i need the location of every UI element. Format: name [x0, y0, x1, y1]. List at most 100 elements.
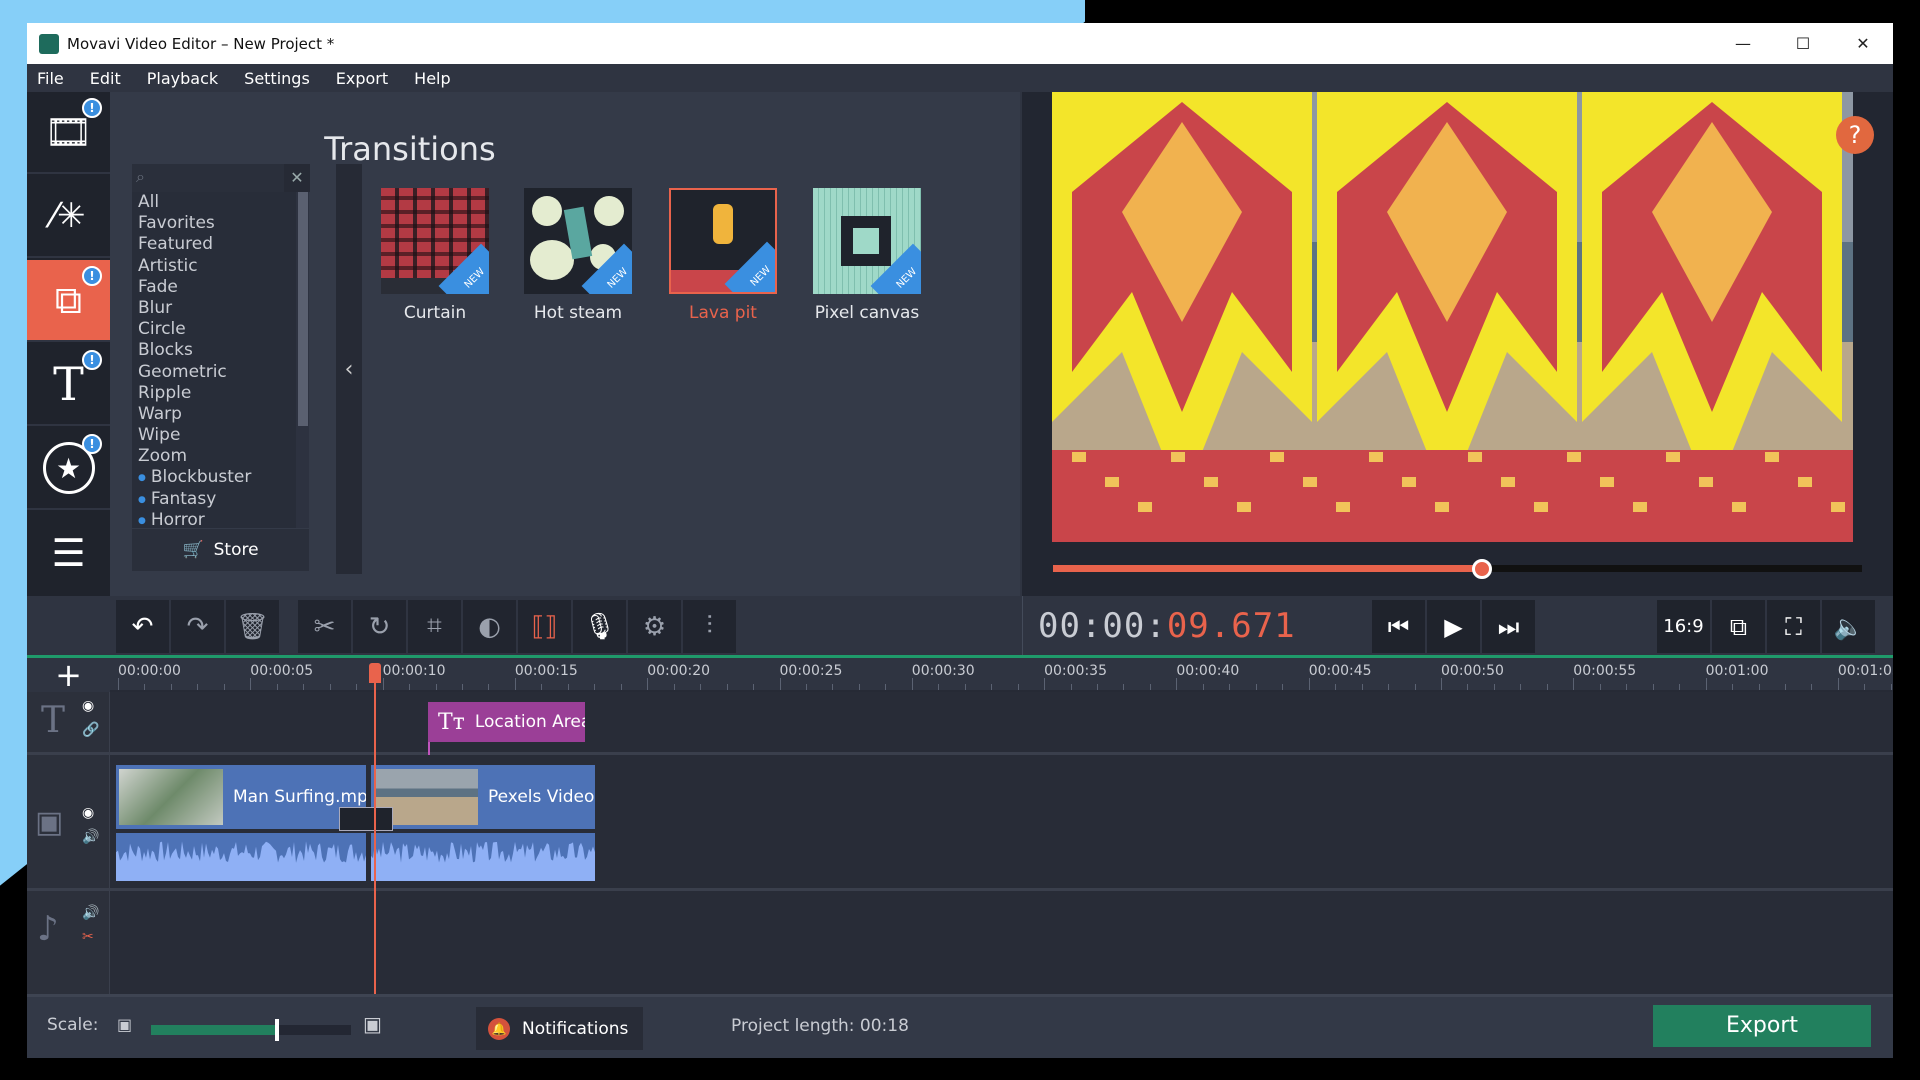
progress-knob[interactable] — [1471, 559, 1492, 579]
menu-help[interactable]: Help — [414, 69, 450, 88]
previous-button[interactable]: ⏮ — [1372, 600, 1425, 653]
collapse-panel-button[interactable]: ‹ — [336, 164, 362, 574]
maximize-button[interactable]: ☐ — [1773, 23, 1833, 64]
category-item[interactable]: All — [132, 192, 309, 213]
category-item[interactable]: Fade — [132, 277, 309, 298]
search-icon: ⌕ — [136, 167, 145, 186]
scale-knob[interactable] — [275, 1019, 279, 1041]
ruler-tick — [1626, 684, 1628, 690]
fullscreen-button[interactable]: ⛶ — [1767, 600, 1820, 653]
sidebar-stickers[interactable]: ★! — [27, 428, 110, 510]
ruler-tick — [1732, 684, 1734, 690]
transition-curtain[interactable]: NEW — [381, 188, 489, 294]
category-item[interactable]: Blocks — [132, 340, 309, 361]
progress-fill — [1053, 565, 1482, 572]
ruler-tick — [1758, 684, 1760, 690]
scale-slider[interactable] — [151, 1019, 351, 1041]
close-button[interactable]: ✕ — [1833, 23, 1893, 64]
title-clip[interactable]: Tт Location Area — [428, 702, 585, 742]
playhead[interactable] — [373, 665, 376, 994]
category-item[interactable]: Featured — [132, 234, 309, 255]
add-track-button[interactable]: + — [27, 658, 110, 692]
menu-export[interactable]: Export — [336, 69, 388, 88]
waveform-path — [116, 841, 366, 881]
category-item[interactable]: Circle — [132, 319, 309, 340]
category-item[interactable]: Artistic — [132, 256, 309, 277]
ruler-tick — [461, 684, 463, 690]
rotate-button[interactable]: ↻ — [353, 600, 406, 653]
speaker-icon[interactable]: 🔊 — [82, 905, 99, 921]
ember-pixel — [1732, 502, 1746, 512]
notification-badge: ! — [82, 98, 102, 118]
next-button[interactable]: ⏭ — [1482, 600, 1535, 653]
title-clip-label: Location Area — [474, 712, 585, 732]
transition-hot-steam[interactable]: NEW — [524, 188, 632, 294]
category-item[interactable]: Favorites — [132, 213, 309, 234]
video-preview[interactable] — [1052, 92, 1853, 542]
category-scrollbar[interactable] — [298, 192, 308, 426]
category-item[interactable]: Fantasy — [132, 489, 309, 510]
link-icon[interactable]: 🔗 — [82, 722, 99, 738]
preview-progress-slider[interactable] — [1053, 559, 1862, 579]
store-button[interactable]: 🛒 Store — [132, 529, 309, 571]
zoom-out-icon[interactable]: ▣ — [117, 1015, 132, 1034]
aspect-ratio-button[interactable]: 16:9 — [1657, 600, 1710, 653]
sidebar-import[interactable]: 🎞! — [27, 92, 110, 174]
clip-settings-button[interactable]: ⚙ — [628, 600, 681, 653]
eye-icon[interactable]: ◉ — [82, 805, 94, 821]
speaker-icon[interactable]: 🔊 — [82, 829, 99, 845]
undo-button[interactable]: ↶ — [116, 600, 169, 653]
category-item[interactable]: Geometric — [132, 362, 309, 383]
export-button[interactable]: Export — [1653, 1005, 1871, 1047]
cut-button[interactable]: ✂ — [298, 600, 351, 653]
unlink-icon[interactable]: ✂ — [82, 929, 94, 945]
menu-file[interactable]: File — [37, 69, 64, 88]
transition-wizard-button[interactable]: ⟦⟧ — [518, 600, 571, 653]
category-item[interactable]: Blockbuster — [132, 467, 309, 488]
notifications-button[interactable]: 🔔 Notifications — [476, 1007, 643, 1050]
transition-label: Hot steam — [533, 303, 623, 323]
search-input[interactable]: ⌕ ✕ — [132, 164, 310, 192]
sidebar-filters[interactable]: ⁄✳ — [27, 176, 110, 258]
video-clip[interactable]: Pexels Video — [371, 765, 595, 829]
menu-settings[interactable]: Settings — [244, 69, 310, 88]
detach-preview-button[interactable]: ⧉ — [1712, 600, 1765, 653]
category-item[interactable]: Wipe — [132, 425, 309, 446]
clear-search-button[interactable]: ✕ — [284, 164, 310, 192]
play-button[interactable]: ▶ — [1427, 600, 1480, 653]
equalizer-button[interactable]: ⫶ — [683, 600, 736, 653]
video-clip[interactable]: Man Surfing.mp4 — [116, 765, 366, 829]
category-item[interactable]: Horror — [132, 510, 309, 528]
sidebar-more[interactable]: ☰ — [27, 512, 110, 594]
menu-playback[interactable]: Playback — [147, 69, 218, 88]
category-item[interactable]: Blur — [132, 298, 309, 319]
timecode: 00:00:09.671 — [1038, 606, 1296, 646]
delete-button[interactable]: 🗑 — [226, 600, 279, 653]
audio-waveform[interactable] — [116, 833, 366, 881]
help-button[interactable]: ? — [1836, 116, 1874, 154]
category-item[interactable]: Warp — [132, 404, 309, 425]
contrast-icon: ◐ — [478, 611, 501, 642]
redo-button[interactable]: ↷ — [171, 600, 224, 653]
category-item[interactable]: Zoom — [132, 446, 309, 467]
sidebar-titles[interactable]: T! — [27, 344, 110, 426]
volume-button[interactable]: 🔈 — [1822, 600, 1875, 653]
color-adjust-button[interactable]: ◐ — [463, 600, 516, 653]
minimize-button[interactable]: — — [1713, 23, 1773, 64]
ruler-tick — [1679, 684, 1681, 690]
record-voice-button[interactable]: 🎙 — [573, 600, 626, 653]
eye-icon[interactable]: ◉ — [82, 698, 94, 714]
category-item[interactable]: Ripple — [132, 383, 309, 404]
menu-edit[interactable]: Edit — [90, 69, 121, 88]
audio-waveform[interactable] — [371, 833, 595, 881]
zoom-in-icon[interactable]: ▣ — [363, 1012, 382, 1036]
transition-marker[interactable] — [339, 807, 393, 831]
crop-button[interactable]: ⌗ — [408, 600, 461, 653]
ruler-tick — [991, 684, 993, 690]
transition-icon: ⧉ — [54, 277, 83, 322]
sidebar-transitions[interactable]: ⧉! — [27, 260, 110, 342]
transition-pixel-canvas[interactable]: NEW — [813, 188, 921, 294]
transition-lava-pit[interactable]: NEW — [669, 188, 777, 294]
ruler-tick — [223, 684, 225, 690]
ruler-tick-label: 00:00:15 — [514, 663, 578, 679]
